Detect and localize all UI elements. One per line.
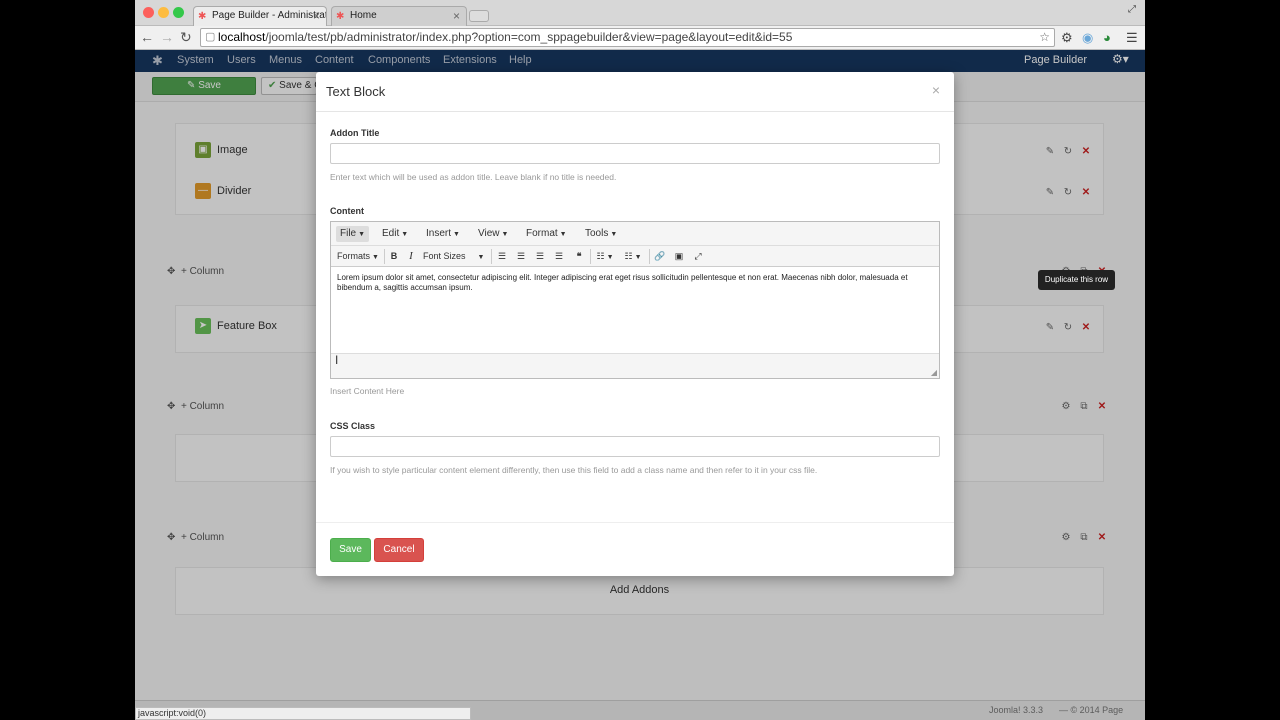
align-left-icon[interactable]: ☰ bbox=[494, 249, 510, 264]
editor-menu-tools[interactable]: Tools ▼ bbox=[581, 226, 621, 242]
modal-footer: Save Cancel bbox=[316, 522, 954, 576]
caret-down-icon: ▼ bbox=[358, 231, 366, 238]
editor-menu-edit[interactable]: Edit ▼ bbox=[378, 226, 412, 242]
url-host: localhost bbox=[218, 30, 266, 44]
caret-down-icon: ▼ bbox=[372, 254, 379, 261]
camera-extension-icon[interactable]: ◉ bbox=[1082, 30, 1093, 46]
font-sizes-dropdown[interactable]: Font Sizes ▼ bbox=[423, 249, 487, 264]
gear-icon[interactable]: ⚙ bbox=[1061, 30, 1073, 46]
editor-statusbar: I ◢ bbox=[331, 353, 939, 378]
caret-down-icon: ▼ bbox=[610, 231, 618, 238]
editor-menubar: File ▼ Edit ▼ Insert ▼ View ▼ Format ▼ Tools ▼ bbox=[331, 222, 939, 246]
caret-down-icon: ▼ bbox=[401, 231, 409, 238]
css-class-label: CSS Class bbox=[330, 421, 376, 431]
addon-title-label: Addon Title bbox=[330, 128, 380, 138]
tab-strip: ✱ Page Builder - Administrat × ✱ Home × … bbox=[135, 0, 1145, 26]
fullscreen-icon[interactable]: ⤢ bbox=[1128, 4, 1136, 15]
caret-down-icon: ▼ bbox=[477, 254, 485, 261]
editor-toolbar: Formats ▼ B I Font Sizes ▼ ☰ ☰ ☰ ☰ ❝ ☷ ▼ ☷ ▼… bbox=[331, 246, 939, 267]
editor-content-area[interactable]: Lorem ipsum dolor sit amet, consectetur … bbox=[331, 267, 939, 353]
joomla-favicon-icon: ✱ bbox=[198, 11, 207, 22]
editor-menu-file[interactable]: File ▼ bbox=[336, 226, 370, 242]
tab-page-builder[interactable]: ✱ Page Builder - Administrat × bbox=[193, 6, 327, 26]
joomla-favicon-icon: ✱ bbox=[336, 11, 345, 22]
numbered-list-icon[interactable]: ☷ ▼ bbox=[621, 249, 645, 264]
css-class-input[interactable] bbox=[330, 436, 940, 457]
browser-window: ✱ Page Builder - Administrat × ✱ Home × … bbox=[135, 0, 1145, 720]
rich-text-editor: File ▼ Edit ▼ Insert ▼ View ▼ Format ▼ Tools ▼… bbox=[330, 221, 940, 379]
back-arrow-icon[interactable]: ← bbox=[140, 29, 154, 45]
tab-home[interactable]: ✱ Home × bbox=[331, 6, 467, 26]
content-label: Content bbox=[330, 206, 364, 216]
text-block-modal: Text Block × Addon Title Enter text whic… bbox=[316, 72, 954, 576]
address-bar[interactable]: ▢ localhost/joomla/test/pb/administrator… bbox=[200, 28, 1055, 47]
blockquote-icon[interactable]: ❝ bbox=[571, 249, 587, 264]
chrome-extension-icon[interactable]: ◕ bbox=[1103, 30, 1111, 45]
close-tab-icon[interactable]: × bbox=[453, 7, 460, 25]
caret-down-icon: ▼ bbox=[559, 231, 567, 238]
modal-header: Text Block × bbox=[316, 72, 954, 112]
caret-down-icon: ▼ bbox=[453, 231, 460, 238]
close-tab-icon[interactable]: × bbox=[313, 7, 320, 25]
link-icon[interactable]: 🔗 bbox=[652, 249, 668, 264]
editor-menu-view[interactable]: View ▼ bbox=[474, 226, 512, 242]
close-window-button[interactable] bbox=[143, 7, 154, 18]
tab-title: Home bbox=[350, 10, 377, 21]
align-justify-icon[interactable]: ☰ bbox=[551, 249, 567, 264]
image-icon[interactable]: ▣ bbox=[671, 249, 687, 264]
minimize-window-button[interactable] bbox=[158, 7, 169, 18]
editor-menu-format[interactable]: Format ▼ bbox=[522, 226, 571, 242]
modal-cancel-button[interactable]: Cancel bbox=[374, 538, 424, 562]
duplicate-row-tooltip: Duplicate this row bbox=[1038, 270, 1115, 290]
forward-arrow-icon[interactable]: → bbox=[160, 29, 174, 45]
content-help: Insert Content Here bbox=[330, 386, 405, 396]
page-icon: ▢ bbox=[205, 31, 216, 43]
align-right-icon[interactable]: ☰ bbox=[532, 249, 548, 264]
editor-menu-insert[interactable]: Insert ▼ bbox=[422, 226, 464, 242]
reload-icon[interactable]: ↻ bbox=[180, 29, 192, 46]
close-icon[interactable]: × bbox=[932, 82, 940, 98]
menu-hamburger-icon[interactable]: ☰ bbox=[1126, 30, 1138, 46]
italic-icon[interactable]: I bbox=[404, 249, 418, 264]
bold-icon[interactable]: B bbox=[387, 249, 401, 264]
zoom-window-button[interactable] bbox=[173, 7, 184, 18]
tab-title: Page Builder - Administrat bbox=[212, 10, 327, 21]
caret-down-icon: ▼ bbox=[501, 231, 509, 238]
new-tab-button[interactable] bbox=[469, 10, 489, 22]
text-cursor-icon: I bbox=[335, 353, 339, 367]
browser-toolbar: ← → ↻ ▢ localhost/joomla/test/pb/adminis… bbox=[135, 26, 1145, 50]
fullscreen-icon[interactable]: ⤢ bbox=[690, 249, 706, 264]
bullet-list-icon[interactable]: ☷ ▼ bbox=[593, 249, 617, 264]
modal-title: Text Block bbox=[326, 84, 386, 99]
align-center-icon[interactable]: ☰ bbox=[513, 249, 529, 264]
browser-status-bar: javascript:void(0) bbox=[135, 707, 471, 720]
addon-title-input[interactable] bbox=[330, 143, 940, 164]
modal-save-button[interactable]: Save bbox=[330, 538, 371, 562]
bookmark-star-icon[interactable]: ☆ bbox=[1039, 29, 1050, 46]
resize-handle-icon[interactable]: ◢ bbox=[931, 368, 937, 377]
addon-title-help: Enter text which will be used as addon t… bbox=[330, 172, 617, 182]
css-class-help: If you wish to style particular content … bbox=[330, 465, 818, 475]
formats-dropdown[interactable]: Formats ▼ bbox=[335, 249, 381, 264]
url-path: /joomla/test/pb/administrator/index.php?… bbox=[265, 30, 793, 44]
